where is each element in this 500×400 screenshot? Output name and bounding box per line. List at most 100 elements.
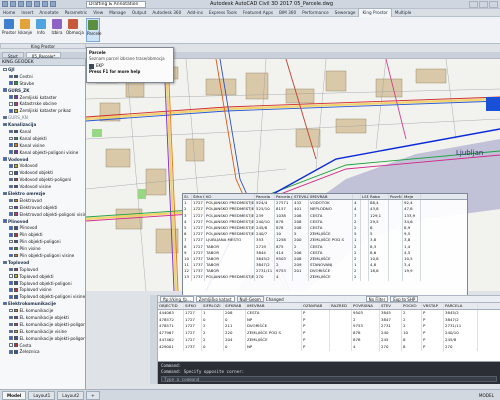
tab-layout1[interactable]: Layout1 bbox=[28, 390, 56, 400]
layer-item[interactable]: EL komunikacije objekti-poligoni visine bbox=[0, 335, 85, 342]
ribbon-tab[interactable]: Express Tools bbox=[206, 9, 240, 17]
layer-checkbox[interactable] bbox=[9, 136, 13, 141]
ribbon-tab[interactable]: Multiple bbox=[392, 9, 415, 17]
layer-item[interactable]: EL komunikacije visine bbox=[0, 328, 85, 335]
print-icon[interactable] bbox=[34, 1, 40, 7]
layer-checkbox[interactable] bbox=[9, 205, 13, 209]
ribbon-tab[interactable]: Insert bbox=[18, 9, 36, 17]
ribbon-tab[interactable]: Home bbox=[0, 9, 18, 17]
layer-checkbox[interactable] bbox=[9, 177, 13, 182]
layer-item[interactable]: Cestni bbox=[0, 73, 85, 80]
open-file-icon[interactable] bbox=[18, 1, 24, 7]
tab-start[interactable]: Start bbox=[2, 52, 24, 59]
layer-checkbox[interactable] bbox=[9, 102, 13, 106]
ribbon-tab[interactable]: Add-ins bbox=[184, 9, 206, 17]
layer-checkbox[interactable] bbox=[9, 164, 13, 168]
column-header[interactable]: SIFKO bbox=[184, 303, 202, 309]
ribbon-tab[interactable]: King Prostor bbox=[358, 8, 392, 17]
column-header[interactable]: IMEVRAB bbox=[309, 194, 353, 200]
table-row[interactable]: 13 1737 POLJANSKO PREDMESTJE 270 4 ZEMLJIŠČE 2 bbox=[183, 274, 467, 281]
layer-checkbox[interactable] bbox=[9, 212, 13, 216]
layer-item[interactable]: Katastrske obcine bbox=[0, 100, 85, 107]
maximize-button[interactable] bbox=[479, 1, 488, 8]
redo-icon[interactable] bbox=[50, 1, 56, 7]
layer-checkbox[interactable] bbox=[3, 115, 7, 120]
layer-group[interactable]: Elektrokomunikacije bbox=[0, 300, 85, 307]
column-header[interactable]: SI. bbox=[183, 194, 192, 200]
table-row[interactable]: 478572 1727 0 0 NP P 2 3847 2 P 3847/2 bbox=[158, 316, 500, 324]
column-header[interactable]: Raba bbox=[369, 194, 389, 200]
tab-05-parcele[interactable]: 05_Parcele* bbox=[25, 52, 62, 59]
ribbon-tab[interactable]: BIM 360 bbox=[276, 9, 299, 17]
layer-checkbox[interactable] bbox=[9, 150, 13, 154]
layer-checkbox[interactable] bbox=[9, 226, 13, 230]
ribbon-tab[interactable]: Parametric bbox=[62, 9, 91, 17]
new-file-icon[interactable] bbox=[10, 1, 16, 7]
layer-checkbox[interactable] bbox=[3, 219, 7, 223]
layer-item[interactable]: Zemljiski kataster prikaz bbox=[0, 107, 85, 114]
null-geom-button[interactable]: Null-Geom bbox=[236, 296, 264, 302]
layer-checkbox[interactable] bbox=[9, 274, 13, 278]
layer-item[interactable]: EL komunikacije bbox=[0, 307, 85, 314]
layer-item[interactable]: Vodovod objekti bbox=[0, 169, 85, 176]
layer-item[interactable]: Kanal objekti bbox=[0, 135, 85, 142]
layer-checkbox[interactable] bbox=[9, 143, 13, 147]
ribbon-tab[interactable]: Annotate bbox=[36, 9, 61, 17]
layer-item[interactable]: Kanal objekti-poligoni visine bbox=[0, 149, 85, 156]
layer-checkbox[interactable] bbox=[9, 343, 13, 347]
layer-checkbox[interactable] bbox=[9, 281, 13, 285]
column-header[interactable]: Parcela po bbox=[275, 194, 293, 200]
prostor-button[interactable]: Prostor bbox=[2, 18, 16, 42]
layer-item[interactable]: Plin objekti-poligoni visine bbox=[0, 252, 85, 259]
layer-item[interactable]: Kanal bbox=[0, 128, 85, 135]
layer-checkbox[interactable] bbox=[3, 191, 7, 196]
layer-item[interactable]: Kanal visine bbox=[0, 142, 85, 149]
column-header[interactable]: KO bbox=[205, 194, 255, 200]
ribbon-tab[interactable]: View bbox=[90, 9, 106, 17]
column-header[interactable]: Parcela bbox=[255, 194, 275, 200]
workspace-select[interactable]: Drafting & Annotation bbox=[86, 1, 146, 8]
column-header[interactable]: STEV bbox=[380, 303, 402, 309]
layer-checkbox[interactable] bbox=[9, 253, 13, 258]
add-layout-button[interactable]: + bbox=[86, 390, 100, 400]
layer-checkbox[interactable] bbox=[9, 239, 13, 244]
layer-checkbox[interactable] bbox=[9, 288, 13, 292]
layer-checkbox[interactable] bbox=[3, 88, 7, 92]
layer-checkbox[interactable] bbox=[9, 246, 13, 251]
layer-checkbox[interactable] bbox=[9, 329, 13, 334]
layer-item[interactable]: Cesta bbox=[0, 342, 85, 349]
ribbon-tab[interactable]: Sewerage bbox=[332, 9, 359, 17]
app-menu-icon[interactable] bbox=[2, 1, 8, 7]
minimize-button[interactable] bbox=[469, 1, 478, 8]
layer-item[interactable]: Elektrovod objekti bbox=[0, 204, 85, 211]
layer-checkbox[interactable] bbox=[9, 308, 13, 313]
layer-checkbox[interactable] bbox=[9, 74, 13, 79]
layer-item[interactable]: EL komunikacije objekti bbox=[0, 314, 85, 321]
layer-item[interactable]: Plin objekti-poligoni bbox=[0, 238, 85, 245]
column-header[interactable]: Površina bbox=[389, 194, 403, 200]
layer-checkbox[interactable] bbox=[3, 157, 7, 161]
layer-checkbox[interactable] bbox=[3, 122, 7, 127]
layer-item[interactable]: Stavbe bbox=[0, 80, 85, 87]
layer-group[interactable]: GURS_ZK bbox=[0, 87, 85, 94]
layer-item[interactable]: Vodovod bbox=[0, 162, 85, 169]
layer-group[interactable]: Toplovod bbox=[0, 259, 85, 266]
layer-group[interactable]: GJI bbox=[0, 66, 85, 73]
column-header[interactable]: PARCELA bbox=[444, 303, 478, 309]
layer-item[interactable]: Plin objekti bbox=[0, 231, 85, 238]
layer-item[interactable]: Plinovod bbox=[0, 224, 85, 231]
column-header[interactable]: OBJECTID bbox=[158, 303, 184, 309]
layer-item[interactable]: GURS_KN bbox=[0, 114, 85, 121]
layer-table-select[interactable]: Zemljiško katast bbox=[195, 296, 235, 302]
layer-checkbox[interactable] bbox=[9, 198, 13, 203]
layer-checkbox[interactable] bbox=[9, 350, 13, 354]
info-button[interactable]: Info bbox=[34, 18, 48, 42]
layer-checkbox[interactable] bbox=[9, 322, 13, 327]
column-header[interactable]: SIFKRAB bbox=[224, 303, 246, 309]
layer-item[interactable]: Toplovod visine bbox=[0, 287, 85, 294]
status-model[interactable]: MODEL bbox=[479, 392, 494, 399]
column-header[interactable]: POVRSINA bbox=[352, 303, 380, 309]
column-header[interactable]: IMEVRAB bbox=[246, 303, 302, 309]
iskanje-button[interactable]: Iskanje bbox=[18, 18, 32, 42]
column-header[interactable]: Šifra KO bbox=[192, 194, 205, 200]
